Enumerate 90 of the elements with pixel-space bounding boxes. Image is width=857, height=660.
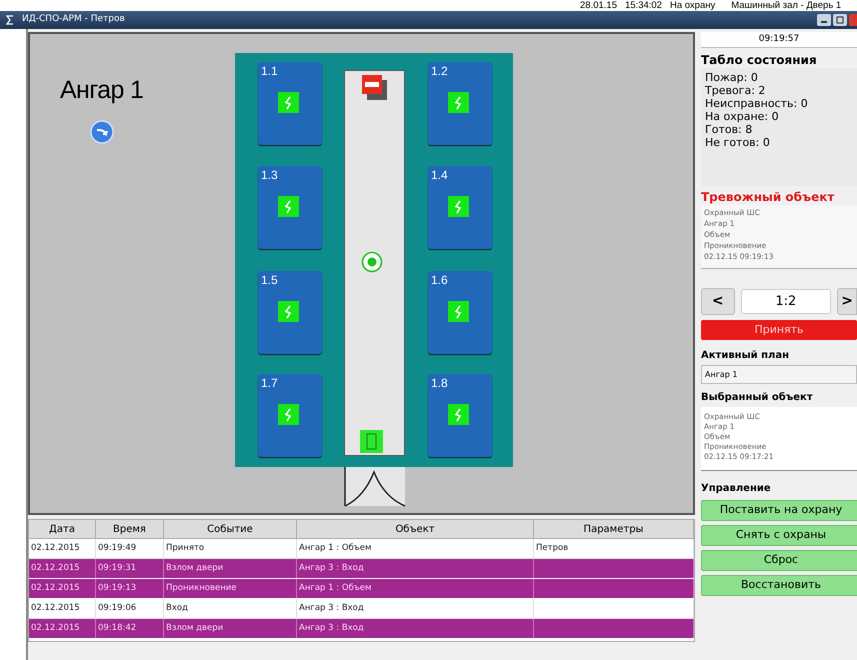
app-icon: [4, 14, 16, 26]
zone-label: 1.1: [261, 65, 278, 77]
table-cell: 02.12.2015: [31, 582, 80, 595]
page-field[interactable]: 1:2: [740, 289, 832, 314]
zone-label: 1.4: [431, 169, 448, 181]
zone[interactable]: 1.1: [258, 62, 322, 145]
zone[interactable]: 1.2: [428, 62, 492, 145]
table-cell: Ангар 3 : Вход: [299, 622, 364, 635]
zone[interactable]: 1.8: [428, 374, 492, 457]
status-counter: Готов: 8: [705, 123, 754, 136]
table-cell: 09:18:42: [98, 622, 136, 635]
table-row[interactable]: 02.12.2015 09:19:13 Проникновение Ангар 1 : Объем: [29, 579, 694, 599]
column-header[interactable]: Событие: [164, 520, 297, 538]
zone-label: 1.7: [261, 377, 278, 389]
lightning-icon: [448, 404, 469, 425]
lightning-icon: [278, 301, 299, 322]
table-cell: Ангар 1 : Объем: [299, 542, 372, 555]
maximize-button[interactable]: [833, 14, 847, 26]
action-button[interactable]: Снять с охраны: [701, 525, 857, 546]
table-cell: 02.12.2015: [31, 602, 80, 615]
table-cell: 02.12.2015: [31, 542, 80, 555]
zone-label: 1.6: [431, 274, 448, 286]
zone-label: 1.5: [261, 274, 278, 286]
zone-label: 1.2: [431, 65, 448, 77]
action-button[interactable]: Восстановить: [701, 575, 857, 596]
plan-title: Ангар 1: [60, 75, 144, 106]
door-icon[interactable]: [360, 430, 383, 453]
table-cell: 09:19:49: [98, 542, 136, 555]
table-cell: Проникновение: [166, 582, 237, 595]
zone[interactable]: 1.5: [258, 271, 322, 354]
back-icon[interactable]: [90, 120, 114, 144]
table-cell: 09:19:31: [98, 562, 136, 575]
table-row[interactable]: 02.12.2015 09:19:49 Принято Ангар 1 : Объем Петров: [29, 539, 694, 559]
table-cell: Принято: [166, 542, 204, 555]
background-text: 28.01.15: [580, 0, 617, 11]
table-row[interactable]: 02.12.2015 09:18:42 Взлом двери Ангар 3 : Вход: [29, 619, 694, 639]
double-door-drawing: [344, 467, 406, 507]
zone[interactable]: 1.7: [258, 374, 322, 457]
background-text: На охрану: [670, 0, 716, 11]
zone[interactable]: 1.4: [428, 166, 492, 249]
status-counter: Не готов: 0: [705, 136, 771, 149]
zone[interactable]: 1.6: [428, 271, 492, 354]
lightning-icon: [448, 196, 469, 217]
table-cell: Вход: [166, 602, 188, 615]
column-header[interactable]: Параметры: [534, 520, 694, 538]
section-title: Управление: [701, 482, 772, 496]
table-row[interactable]: 02.12.2015 09:19:31 Взлом двери Ангар 3 : Вход: [29, 559, 694, 579]
table-cell: Взлом двери: [166, 562, 224, 575]
action-button[interactable]: Сброс: [701, 550, 857, 571]
lightning-icon: [278, 196, 299, 217]
table-cell: Ангар 1 : Объем: [299, 582, 372, 595]
zone-label: 1.8: [431, 377, 448, 389]
column-header[interactable]: Дата: [29, 520, 96, 538]
section-title: Тревожный объект: [701, 189, 836, 205]
section-title: Активный план: [701, 349, 790, 363]
status-counter: Неисправность: 0: [705, 97, 809, 110]
table-cell: Взлом двери: [166, 622, 224, 635]
zone-label: 1.3: [261, 169, 278, 181]
table-cell: Ангар 3 : Вход: [299, 602, 364, 615]
action-button[interactable]: Поставить на охрану: [701, 500, 857, 521]
table-cell: 09:19:13: [98, 582, 136, 595]
status-counter: Тревога: 2: [705, 84, 766, 97]
status-counter: Пожар: 0: [705, 71, 759, 84]
table-row[interactable]: 02.12.2015 09:19:06 Вход Ангар 3 : Вход: [29, 599, 694, 619]
column-header[interactable]: Время: [96, 520, 164, 538]
clock: 09:19:57: [701, 32, 857, 48]
table-cell: 02.12.2015: [31, 622, 80, 635]
plan-dropdown[interactable]: Ангар 1: [701, 365, 857, 384]
lightning-icon: [278, 404, 299, 425]
column-header[interactable]: Объект: [297, 520, 534, 538]
zone[interactable]: 1.3: [258, 166, 322, 249]
minimize-button[interactable]: [817, 14, 831, 26]
status-counter: На охране: 0: [705, 110, 780, 123]
no-entry-icon[interactable]: [362, 75, 387, 100]
lightning-icon: [278, 92, 299, 113]
lightning-icon: [448, 301, 469, 322]
target-icon[interactable]: [361, 251, 383, 273]
lightning-icon: [448, 92, 469, 113]
background-text: 15:34:02: [624, 0, 662, 11]
background-text: Машинный зал - Дверь 1: [731, 0, 842, 11]
table-cell: Ангар 3 : Вход: [299, 562, 364, 575]
previous-button[interactable]: <: [701, 288, 735, 315]
table-cell: 09:19:06: [98, 602, 136, 615]
table-cell: 02.12.2015: [31, 562, 80, 575]
next-button[interactable]: >: [837, 288, 857, 315]
window-title: ИД-СПО-АРМ - Петров: [22, 13, 125, 26]
section-title: Табло состояния: [701, 52, 818, 68]
table-cell: Петров: [536, 542, 568, 555]
section-title: Выбранный объект: [701, 391, 814, 405]
maximize-icon: [836, 16, 844, 24]
